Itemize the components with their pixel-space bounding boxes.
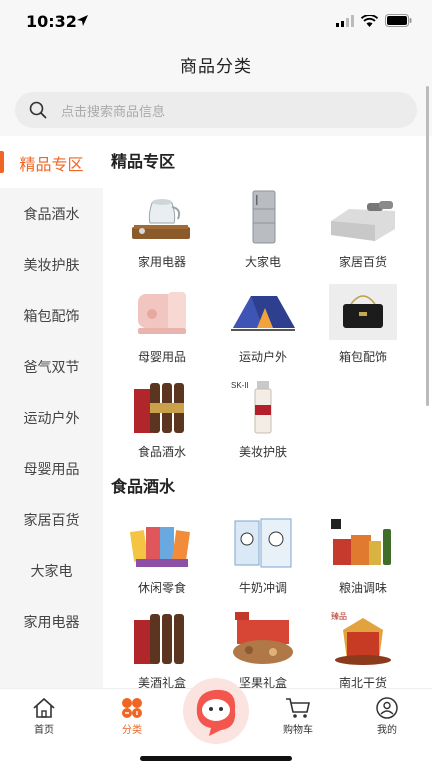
liquor-gift-box-image xyxy=(134,614,184,664)
tile-label: 美妆护肤 xyxy=(238,445,287,459)
handbag-image xyxy=(329,284,397,340)
tab-label: 我的 xyxy=(377,725,397,736)
dried-goods-image: 臻品 xyxy=(331,611,391,665)
sidebar-item-outdoor[interactable]: 运动户外 xyxy=(0,392,103,443)
sidebar-item-beauty[interactable]: 美妆护肤 xyxy=(0,239,103,290)
sidebar-item-label: 美妆护肤 xyxy=(23,257,80,274)
category-sidebar: 精品专区 食品酒水 美妆护肤 箱包配饰 爸气双节 运动户外 母婴用品 家居百货 … xyxy=(0,137,103,688)
tile-label: 食品酒水 xyxy=(137,445,186,459)
tile-label: 母婴用品 xyxy=(137,350,186,364)
category-tile-home-goods[interactable]: 家居百货 xyxy=(318,189,408,270)
search-bar-container: 点击搜索商品信息 xyxy=(0,84,432,136)
tab-label: 首页 xyxy=(34,725,54,736)
tab-label: 购物车 xyxy=(283,725,313,736)
sidebar-item-label: 精品专区 xyxy=(19,154,84,174)
tab-cart[interactable]: 购物车 xyxy=(258,697,338,736)
brand-mini-logo: 臻品 xyxy=(331,611,347,621)
tile-label: 粮油调味 xyxy=(338,581,387,595)
sidebar-item-label: 家用电器 xyxy=(23,614,80,631)
category-tile-beauty[interactable]: SK-II 美妆护肤 xyxy=(218,379,308,460)
tab-label: 分类 xyxy=(122,725,142,736)
category-icon xyxy=(122,698,142,718)
sidebar-item-home-goods[interactable]: 家居百货 xyxy=(0,494,103,545)
search-placeholder: 点击搜索商品信息 xyxy=(61,105,166,120)
tile-label: 家居百货 xyxy=(338,255,387,269)
tile-label: 运动户外 xyxy=(238,350,287,364)
skincare-bottle-image: SK-II xyxy=(231,381,272,434)
milk-boxes-image xyxy=(234,518,292,568)
tab-home[interactable]: 首页 xyxy=(4,697,84,736)
status-time: 10:32 xyxy=(26,12,77,31)
sidebar-item-label: 大家电 xyxy=(30,563,73,580)
baby-food-maker-image xyxy=(138,292,186,334)
category-tile-home-appliances[interactable]: 家用电器 xyxy=(117,189,207,270)
scrollbar[interactable] xyxy=(426,86,429,406)
sidebar-item-label: 箱包配饰 xyxy=(23,308,80,325)
category-tile-food-drinks[interactable]: 食品酒水 xyxy=(117,379,207,460)
tile-label: 大家电 xyxy=(244,255,281,269)
sidebar-item-label: 运动户外 xyxy=(23,410,80,427)
category-tile-large-appliances[interactable]: 大家电 xyxy=(218,189,308,270)
page-title: 商品分类 xyxy=(180,57,252,77)
sidebar-item-featured[interactable]: 精品专区 xyxy=(0,137,103,188)
profile-icon xyxy=(376,697,398,719)
category-tile-dried-goods[interactable]: 臻品 南北干货 xyxy=(318,610,408,688)
battery-icon xyxy=(385,14,412,27)
sidebar-item-label: 家居百货 xyxy=(23,512,80,529)
category-tile-bags[interactable]: 箱包配饰 xyxy=(318,284,408,365)
sidebar-item-label: 爸气双节 xyxy=(23,359,80,376)
sidebar-item-label: 母婴用品 xyxy=(23,461,80,478)
tab-profile[interactable]: 我的 xyxy=(347,697,427,736)
tile-label: 家用电器 xyxy=(137,255,186,269)
snacks-image xyxy=(129,527,191,567)
sidebar-item-dad-festival[interactable]: 爸气双节 xyxy=(0,341,103,392)
fridge-image xyxy=(252,190,276,244)
sidebar-item-label: 食品酒水 xyxy=(23,206,80,223)
category-tile-outdoor[interactable]: 运动户外 xyxy=(218,284,308,365)
tent-image xyxy=(231,296,295,331)
home-icon xyxy=(33,697,55,718)
section-title: 精品专区 xyxy=(111,152,176,171)
category-tile-grain-oil[interactable]: 粮油调味 xyxy=(318,515,408,596)
tile-label: 牛奶冲调 xyxy=(238,581,287,595)
tab-category[interactable]: 分类 xyxy=(92,697,172,736)
sidebar-item-home-appliances[interactable]: 家用电器 xyxy=(0,596,103,647)
tile-label: 休闲零食 xyxy=(137,581,186,595)
search-icon xyxy=(29,101,47,119)
cart-icon xyxy=(286,698,310,718)
kettle-image xyxy=(132,199,190,239)
mascot-button[interactable] xyxy=(181,676,251,746)
search-input[interactable]: 点击搜索商品信息 xyxy=(15,92,417,128)
category-tile-milk[interactable]: 牛奶冲调 xyxy=(218,515,308,596)
tile-label: 南北干货 xyxy=(338,676,387,688)
location-arrow-icon xyxy=(77,15,88,26)
status-indicators xyxy=(336,14,412,27)
category-content: 精品专区 家用电器 大家电 家居百货 母婴用品 运动户外 箱包配饰 食品酒水 S… xyxy=(103,137,426,688)
cellular-signal-icon xyxy=(336,14,354,27)
skii-logo-text: SK-II xyxy=(231,381,249,390)
sidebar-item-bags[interactable]: 箱包配饰 xyxy=(0,290,103,341)
nav-header: 商品分类 xyxy=(0,44,432,84)
sidebar-item-large-appliances[interactable]: 大家电 xyxy=(0,545,103,596)
sidebar-item-food-drinks[interactable]: 食品酒水 xyxy=(0,188,103,239)
tile-label: 箱包配饰 xyxy=(338,350,387,364)
home-indicator xyxy=(140,756,292,761)
grain-oil-image xyxy=(331,519,391,565)
section-title: 食品酒水 xyxy=(111,477,176,496)
sidebar-item-baby[interactable]: 母婴用品 xyxy=(0,443,103,494)
wifi-icon xyxy=(361,14,378,27)
category-tile-baby[interactable]: 母婴用品 xyxy=(117,284,207,365)
bed-image xyxy=(331,201,395,241)
status-bar: 10:32 xyxy=(0,0,432,44)
nut-gift-box-image xyxy=(233,612,293,664)
category-tile-snacks[interactable]: 休闲零食 xyxy=(117,515,207,596)
wine-bottles-image xyxy=(134,383,184,433)
